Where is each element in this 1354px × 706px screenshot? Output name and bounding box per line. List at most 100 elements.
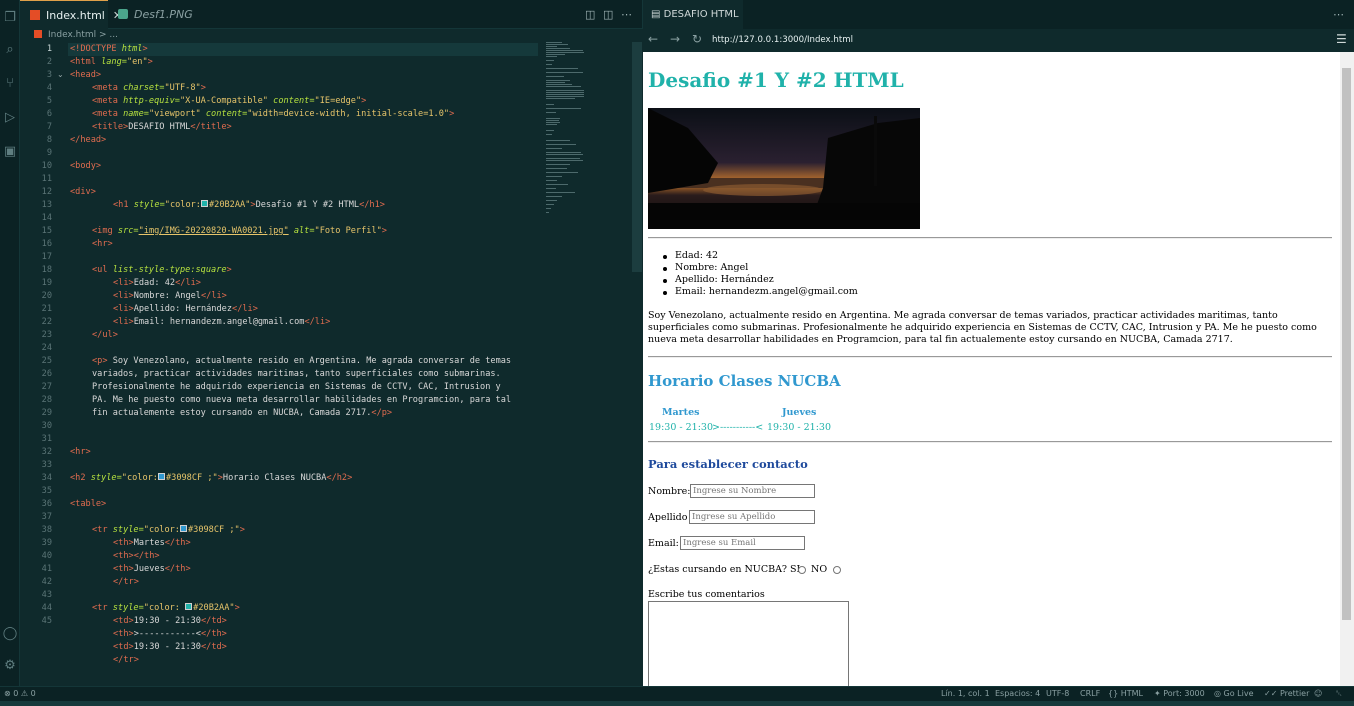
code-line: <th>Martes</th> bbox=[113, 538, 191, 548]
code-line: </tr> bbox=[113, 655, 139, 665]
line-number: 34 bbox=[41, 473, 52, 483]
minimap-line bbox=[546, 108, 582, 109]
minimap-line bbox=[546, 60, 554, 61]
schedule-heading: Horario Clases NUCBA bbox=[648, 372, 841, 390]
minimap[interactable] bbox=[542, 42, 592, 232]
line-number: 7 bbox=[46, 122, 52, 132]
line-number: 2 bbox=[46, 57, 52, 67]
minimap-line bbox=[546, 196, 562, 197]
prettier-status[interactable]: ✓✓ Prettier bbox=[1264, 687, 1309, 701]
image-file-icon bbox=[118, 9, 128, 19]
breadcrumb-symbol[interactable]: ... bbox=[109, 30, 118, 40]
editor-scrollbar[interactable] bbox=[632, 42, 642, 272]
minimap-line bbox=[546, 158, 580, 159]
color-swatch-blue[interactable] bbox=[157, 473, 165, 480]
scrollbar-thumb[interactable] bbox=[1342, 68, 1351, 620]
line-number: 41 bbox=[41, 564, 52, 574]
split-editor-icon[interactable]: ◫ bbox=[603, 8, 613, 21]
url-field[interactable]: http://127.0.0.1:3000/Index.html bbox=[712, 35, 853, 45]
table-header-jueves: Jueves bbox=[782, 407, 817, 418]
run-debug-icon[interactable]: ▷ bbox=[2, 110, 18, 126]
line-number: 40 bbox=[41, 551, 52, 561]
minimap-line bbox=[546, 122, 561, 123]
line-number: 13 bbox=[41, 200, 52, 210]
code-line: <td>19:30 - 21:30</td> bbox=[113, 642, 227, 652]
minimap-line bbox=[546, 120, 559, 121]
list-bullet bbox=[663, 279, 667, 283]
code-line: <hr> bbox=[70, 447, 91, 457]
line-number: 35 bbox=[41, 486, 52, 496]
more-actions-icon[interactable]: ⋯ bbox=[1333, 8, 1344, 21]
encoding-status[interactable]: UTF-8 bbox=[1046, 687, 1069, 701]
fold-chevron-icon[interactable]: ⌄ bbox=[57, 70, 64, 79]
language-status[interactable]: {} HTML bbox=[1108, 687, 1143, 701]
tab-desafio-html[interactable]: ▤ DESAFIO HTML ✕ bbox=[643, 0, 743, 50]
settings-gear-icon[interactable]: ⚙ bbox=[2, 658, 18, 674]
code-line: <tr style="color: #20B2AA"> bbox=[92, 603, 240, 613]
html5-file-icon bbox=[34, 30, 42, 38]
line-number: 32 bbox=[41, 447, 52, 457]
account-icon[interactable]: ◯ bbox=[2, 626, 18, 642]
browser-scrollbar[interactable] bbox=[1340, 52, 1354, 686]
indentation-status[interactable]: Espacios: 4 bbox=[995, 687, 1040, 701]
tab-index-html[interactable]: Index.html✕ bbox=[20, 0, 122, 29]
line-number: 6 bbox=[46, 109, 52, 119]
source-control-icon[interactable]: ⑂ bbox=[2, 76, 18, 92]
eol-status[interactable]: CRLF bbox=[1080, 687, 1100, 701]
code-line: <hr> bbox=[92, 239, 113, 249]
extensions-icon[interactable]: ▣ bbox=[2, 144, 18, 160]
code-line: <head> bbox=[70, 70, 102, 80]
code-line: <table> bbox=[70, 499, 107, 509]
code-line: </tr> bbox=[113, 577, 139, 587]
line-number: 31 bbox=[41, 434, 52, 444]
color-swatch-teal[interactable] bbox=[200, 200, 208, 207]
port-status[interactable]: ✦ Port: 3000 bbox=[1154, 687, 1205, 701]
breadcrumb: Index.html > ... bbox=[20, 29, 642, 42]
color-swatch-blue[interactable] bbox=[179, 525, 187, 532]
line-number: 33 bbox=[41, 460, 52, 470]
forward-arrow-icon[interactable]: → bbox=[670, 32, 680, 46]
line-number: 8 bbox=[46, 135, 52, 145]
minimap-line bbox=[546, 144, 577, 145]
code-editor[interactable]: 1 2 3 4 5 6 7 8 9 10 11 12 13 14 15 16 17 18 19 20 21 22 23 24 2… bbox=[20, 42, 632, 686]
line-number: 12 bbox=[41, 187, 52, 197]
code-line: <h1 style="color: #20B2AA">Desafio #1 Y #… bbox=[113, 200, 385, 210]
minimap-line bbox=[546, 208, 551, 209]
reload-icon[interactable]: ↻ bbox=[692, 32, 702, 46]
errors-status[interactable]: ⊗ 0 ⚠ 0 bbox=[4, 687, 36, 701]
line-number: 43 bbox=[41, 590, 52, 600]
comments-textarea[interactable] bbox=[648, 601, 849, 686]
minimap-line bbox=[546, 168, 567, 169]
minimap-line bbox=[546, 86, 582, 87]
open-preview-icon[interactable]: ◫ bbox=[585, 8, 595, 21]
menu-icon[interactable]: ☰ bbox=[1336, 32, 1347, 46]
window-bottom-edge bbox=[0, 701, 1354, 706]
nombre-input[interactable]: Ingrese su Nombre bbox=[690, 484, 815, 498]
breadcrumb-file[interactable]: Index.html bbox=[48, 30, 96, 40]
table-header-martes: Martes bbox=[662, 407, 700, 418]
list-item: Edad: 42 bbox=[675, 250, 719, 261]
cursor-position[interactable]: Lín. 1, col. 1 bbox=[941, 687, 990, 701]
minimap-line bbox=[546, 72, 583, 73]
search-icon[interactable]: ⌕ bbox=[2, 42, 18, 58]
radio-si[interactable] bbox=[798, 566, 806, 574]
more-actions-icon[interactable]: ⋯ bbox=[621, 8, 632, 21]
apellido-input[interactable]: Ingrese su Apellido bbox=[689, 510, 815, 524]
radio-no[interactable] bbox=[833, 566, 841, 574]
email-input[interactable]: Ingrese su Email bbox=[680, 536, 805, 550]
line-number: 21 bbox=[41, 304, 52, 314]
color-swatch-teal[interactable] bbox=[185, 603, 193, 610]
line-number: 19 bbox=[41, 278, 52, 288]
code-line: <html lang="en"> bbox=[70, 57, 153, 67]
list-bullet bbox=[663, 267, 667, 271]
explorer-icon[interactable]: ❐ bbox=[2, 10, 18, 26]
line-number: 42 bbox=[41, 577, 52, 587]
back-arrow-icon[interactable]: ← bbox=[648, 32, 658, 46]
notifications-bell-icon[interactable]: ␇ bbox=[1336, 687, 1342, 701]
code-line: <tr style="color: #3098CF ;"> bbox=[92, 525, 245, 535]
tab-desf1-png[interactable]: Desf1.PNG bbox=[108, 0, 200, 29]
feedback-icon[interactable]: ☺ bbox=[1314, 687, 1322, 701]
go-live-button[interactable]: ◎ Go Live bbox=[1214, 687, 1254, 701]
contact-heading: Para establecer contacto bbox=[648, 457, 808, 471]
minimap-line bbox=[546, 80, 570, 81]
